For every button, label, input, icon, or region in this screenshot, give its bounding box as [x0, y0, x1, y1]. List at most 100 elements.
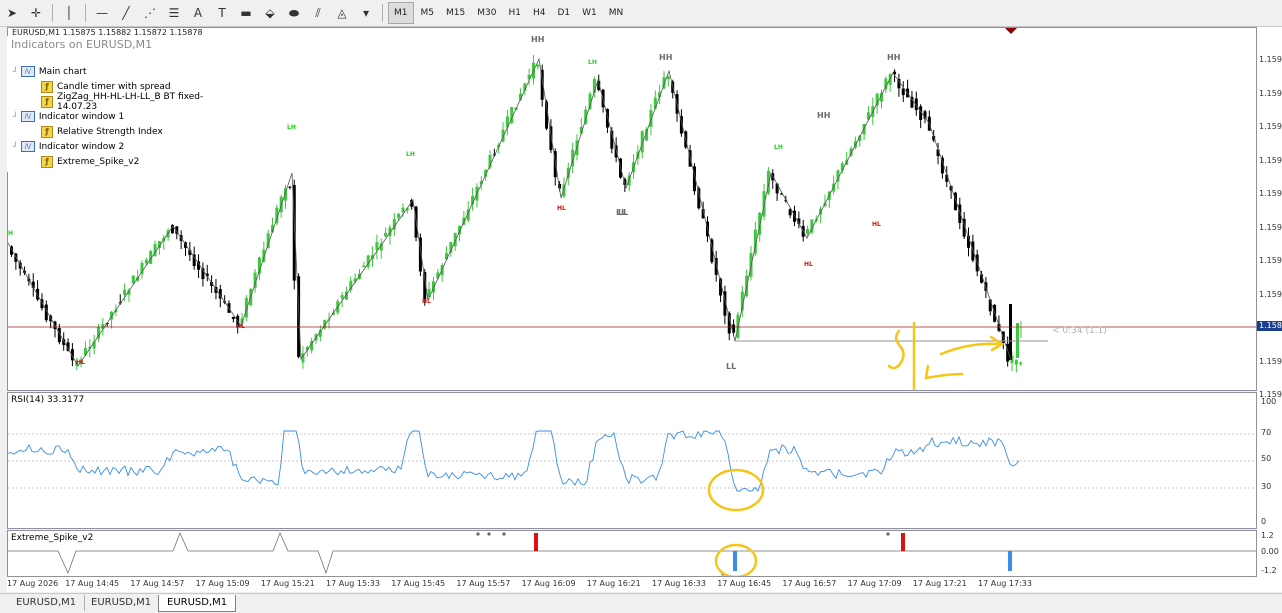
candle-timer-text: < 0:34 (1.1) [1052, 326, 1107, 336]
custom-indicator-icon: ƒ [41, 95, 53, 108]
zigzag-label: LH [588, 59, 597, 66]
timeframe-w1-button[interactable]: W1 [577, 3, 602, 23]
timeframe-h4-button[interactable]: H4 [528, 3, 551, 23]
tree-expander-icon[interactable]: ┘ [13, 112, 18, 121]
indicator-tree-label: Extreme_Spike_v2 [57, 156, 140, 167]
chart-tab[interactable]: EURUSD,M1 [158, 595, 237, 612]
triangle-tool-button[interactable]: ◬ [331, 2, 353, 24]
fibonacci-fan-tool-button[interactable]: ⋰ [139, 2, 161, 24]
timeframe-m15-button[interactable]: M15 [441, 3, 470, 23]
drawing-toolbar: ➤ ✛ │ — ╱ ⋰ ☰ A T ▬ ⬙ ⬬ ⫽ ◬ ▾ M1 M5 M15 M30 H1 H4 D1 W1 MN [0, 0, 1282, 27]
rsi-pane[interactable]: RSI(14) 33.3177 [7, 392, 1257, 529]
toolbar-separator [85, 4, 86, 22]
candle-body [1019, 362, 1023, 364]
trendline-icon: ╱ [122, 6, 130, 20]
price-axis-label: 1.1590 [1259, 55, 1282, 64]
indicator-tree-label: Indicator window 1 [38, 111, 125, 122]
custom-indicator-icon: ƒ [41, 125, 53, 138]
spike-dot [476, 532, 480, 536]
channel-tool-button[interactable]: ⫽ [307, 2, 329, 24]
zigzag-label: LH [287, 124, 296, 131]
crosshair-tool-button[interactable]: ✛ [25, 2, 47, 24]
chart-tab[interactable]: EURUSD,M1 [83, 595, 161, 611]
time-axis-label: 17 Aug 17:09 [847, 579, 902, 588]
candle-body [566, 167, 570, 179]
timeframe-h1-button[interactable]: H1 [503, 3, 526, 23]
candle-body [775, 183, 779, 194]
candle-body [649, 110, 653, 127]
fibonacci-retracement-tool-button[interactable]: ☰ [163, 2, 185, 24]
indicator-tree-item[interactable]: ┘/\/Indicator window 2 [13, 139, 124, 154]
chart-tab[interactable]: EURUSD,M1 [8, 595, 86, 611]
time-axis-label: 17 Aug 14:57 [130, 579, 185, 588]
time-axis-label: 17 Aug 15:57 [456, 579, 511, 588]
vertical-line-tool-button[interactable]: │ [58, 2, 80, 24]
indicator-window-icon: /\/ [20, 111, 35, 122]
cursor-tool-button[interactable]: ➤ [1, 2, 23, 24]
rectangle-tool-button[interactable]: ▬ [235, 2, 257, 24]
time-axis-label: 17 Aug 16:09 [521, 579, 576, 588]
spike-down-bar [1008, 551, 1012, 571]
candle-body [653, 97, 657, 109]
candle-body [988, 299, 992, 312]
chart-shift-marker[interactable] [1005, 28, 1017, 34]
ellipse-tool-button[interactable]: ⬬ [283, 2, 305, 24]
text-label-tool-button[interactable]: T [211, 2, 233, 24]
spike-chart[interactable] [8, 531, 1256, 576]
candle-body [958, 204, 962, 223]
rsi-axis-label: 30 [1261, 482, 1272, 491]
indicator-tree-item[interactable]: ┘/\/Main chart [13, 64, 87, 79]
price-axis-label: 1.1595 [1259, 155, 1282, 165]
indicator-tree-item[interactable]: ƒ Relative Strength Index [41, 124, 163, 139]
horizontal-line-icon: — [96, 6, 108, 20]
candle-body [362, 265, 366, 268]
spike-down-bar [733, 551, 737, 571]
zigzag-label: HL [557, 205, 566, 212]
trendline-tool-button[interactable]: ╱ [115, 2, 137, 24]
indicators-panel-title: Indicators on EURUSD,M1 [11, 38, 153, 51]
tree-expander-icon[interactable]: ┘ [13, 142, 18, 151]
timeframe-m5-button[interactable]: M5 [416, 3, 440, 23]
spike-axis-label: 1.2 [1261, 531, 1274, 540]
tree-expander-icon[interactable]: ┘ [13, 67, 18, 76]
timeframe-d1-button[interactable]: D1 [552, 3, 575, 23]
indicator-tree-item[interactable]: ┘/\/Indicator window 1 [13, 109, 124, 124]
time-axis-label: 17 Aug 16:57 [782, 579, 837, 588]
timeframe-m1-button[interactable]: M1 [388, 2, 414, 24]
spike-dot [487, 532, 491, 536]
current-price-tag: 1.158 [1257, 321, 1282, 331]
fibonacci-fan-icon: ⋰ [144, 6, 156, 20]
time-axis-label: 17 Aug 2026 [7, 579, 59, 588]
indicator-tree-label: Indicator window 2 [38, 141, 125, 152]
time-axis-label: 17 Aug 15:33 [326, 579, 380, 588]
zigzag-label: HH [659, 53, 672, 62]
annotation-l-mark [924, 364, 964, 380]
spike-baseline [8, 531, 1256, 575]
spike-pane[interactable]: Extreme_Spike_v2 [7, 530, 1257, 577]
candle-body [453, 232, 457, 247]
candle-body [536, 64, 540, 67]
rsi-chart[interactable] [8, 393, 1256, 528]
text-tool-button[interactable]: A [187, 2, 209, 24]
text-label-icon: T [218, 6, 226, 20]
vertical-line-icon: │ [65, 6, 73, 20]
candle-body [340, 295, 344, 299]
custom-indicator-icon: ƒ [41, 80, 53, 93]
candle-body [1014, 359, 1018, 365]
indicator-tree-item[interactable]: ƒ Extreme_Spike_v2 [41, 154, 139, 169]
draw-menu-tool-button[interactable]: ▾ [355, 2, 377, 24]
timeframe-mn-button[interactable]: MN [604, 3, 629, 23]
horizontal-line-tool-button[interactable]: — [91, 2, 113, 24]
timeframe-m30-button[interactable]: M30 [472, 3, 501, 23]
indicator-tree-item[interactable]: ƒ ZigZag_HH-HL-LH-LL_B BT fixed-14.07.23 [41, 92, 243, 112]
arrows-tool-button[interactable]: ⬙ [259, 2, 281, 24]
candle-body [397, 213, 401, 218]
spike-dot [502, 532, 506, 536]
annotation-arrow [939, 335, 1005, 356]
rsi-axis-label: 100 [1261, 397, 1277, 406]
rectangle-icon: ▬ [240, 6, 252, 20]
annotation-circle [707, 468, 765, 512]
price-axis-label: 1.1595 [1259, 189, 1282, 198]
candle-body [36, 288, 40, 300]
time-axis-label: 17 Aug 15:45 [391, 579, 446, 588]
